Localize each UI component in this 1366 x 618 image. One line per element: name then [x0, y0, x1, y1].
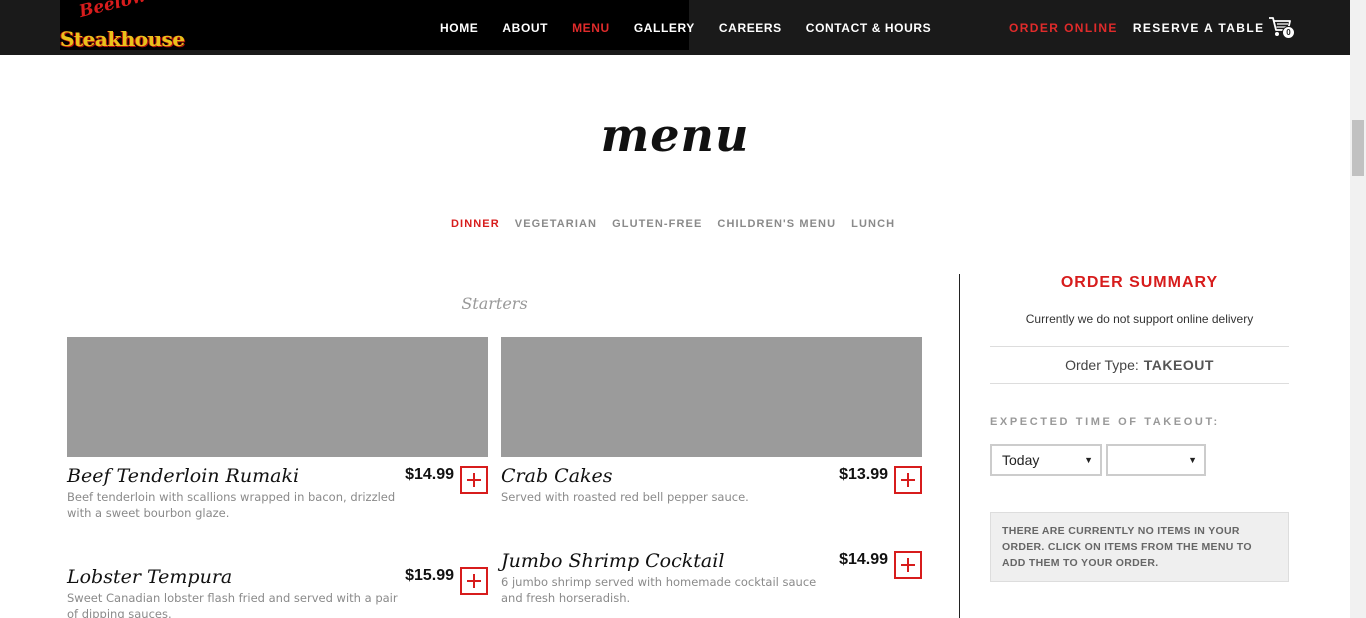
menu-item-name: Beef Tenderloin Rumaki	[67, 465, 300, 487]
menu-item-price: $14.99	[405, 466, 454, 483]
dropdown-caret-icon: ▼	[1084, 455, 1093, 465]
menu-item-description: 6 jumbo shrimp served with homemade cock…	[501, 575, 817, 605]
menu-item-description: Beef tenderloin with scallions wrapped i…	[67, 490, 396, 520]
menu-item-description: Sweet Canadian lobster flash fried and s…	[67, 591, 398, 618]
nav-home[interactable]: HOME	[440, 21, 478, 35]
order-type-label: Order Type:	[1065, 357, 1139, 373]
takeout-time-select[interactable]: ▼	[1106, 444, 1206, 476]
add-to-order-button[interactable]	[460, 466, 488, 494]
section-title: Starters	[461, 294, 528, 313]
cart-count-badge: 0	[1282, 26, 1295, 39]
menu-item: Beef Tenderloin Rumaki $14.99 Beef tende…	[67, 337, 488, 520]
nav-careers[interactable]: CAREERS	[719, 21, 782, 35]
logo-main-text: Steakhouse	[60, 27, 185, 51]
menu-category-tabs: DINNER VEGETARIAN GLUTEN-FREE CHILDREN'S…	[451, 218, 910, 230]
nav-about[interactable]: ABOUT	[502, 21, 548, 35]
empty-order-message: THERE ARE CURRENTLY NO ITEMS IN YOUR ORD…	[990, 512, 1289, 582]
menu-item-name: Jumbo Shrimp Cocktail	[501, 550, 725, 572]
page-scrollbar[interactable]	[1350, 0, 1366, 618]
reserve-table-link[interactable]: RESERVE A TABLE	[1133, 21, 1265, 35]
page-title: menu	[600, 108, 750, 162]
takeout-day-value: Today	[1002, 452, 1040, 468]
order-online-link[interactable]: ORDER ONLINE	[1009, 21, 1118, 35]
expected-time-label: EXPECTED TIME OF TAKEOUT:	[990, 416, 1220, 428]
secondary-nav: ORDER ONLINE RESERVE A TABLE	[1009, 0, 1280, 55]
menu-item-image	[67, 337, 488, 457]
menu-item-name: Crab Cakes	[501, 465, 613, 487]
cart-button[interactable]: 0	[1268, 16, 1296, 40]
order-type-value: TAKEOUT	[1143, 357, 1214, 373]
main-nav: HOME ABOUT MENU GALLERY CAREERS CONTACT …	[440, 0, 955, 55]
tab-dinner[interactable]: DINNER	[451, 218, 500, 230]
menu-item-image	[501, 337, 922, 457]
add-to-order-button[interactable]	[460, 567, 488, 595]
tab-lunch[interactable]: LUNCH	[851, 218, 895, 230]
menu-item-price: $13.99	[839, 466, 888, 483]
content-divider	[959, 274, 960, 618]
menu-item: Lobster Tempura $15.99 Sweet Canadian lo…	[67, 566, 488, 618]
order-type-row: Order Type: TAKEOUT	[990, 346, 1289, 384]
order-summary-title: ORDER SUMMARY	[1060, 274, 1219, 291]
tab-childrens-menu[interactable]: CHILDREN'S MENU	[717, 218, 836, 230]
add-to-order-button[interactable]	[894, 551, 922, 579]
takeout-time-selects: Today ▼ ▼	[990, 444, 1289, 476]
order-summary-panel: ORDER SUMMARY Currently we do not suppor…	[990, 274, 1289, 582]
menu-item: Crab Cakes $13.99 Served with roasted re…	[501, 337, 922, 504]
add-to-order-button[interactable]	[894, 466, 922, 494]
tab-vegetarian[interactable]: VEGETARIAN	[515, 218, 597, 230]
nav-gallery[interactable]: GALLERY	[634, 21, 695, 35]
menu-item-description: Served with roasted red bell pepper sauc…	[501, 490, 749, 504]
menu-item-price: $14.99	[839, 551, 888, 568]
menu-item: Jumbo Shrimp Cocktail $14.99 6 jumbo shr…	[501, 550, 922, 605]
delivery-note: Currently we do not support online deliv…	[1025, 312, 1254, 326]
logo-script-text: Beelow's	[77, 0, 163, 22]
tab-gluten-free[interactable]: GLUTEN-FREE	[612, 218, 702, 230]
dropdown-caret-icon: ▼	[1188, 455, 1197, 465]
takeout-day-select[interactable]: Today ▼	[990, 444, 1102, 476]
scrollbar-thumb[interactable]	[1352, 120, 1364, 176]
menu-item-price: $15.99	[405, 567, 454, 584]
site-logo[interactable]: Beelow's Steakhouse	[60, 0, 185, 52]
nav-menu[interactable]: MENU	[572, 21, 610, 35]
top-navigation-bar: Beelow's Steakhouse HOME ABOUT MENU GALL…	[0, 0, 1350, 55]
menu-item-name: Lobster Tempura	[67, 566, 233, 588]
nav-contact-hours[interactable]: CONTACT & HOURS	[806, 21, 931, 35]
